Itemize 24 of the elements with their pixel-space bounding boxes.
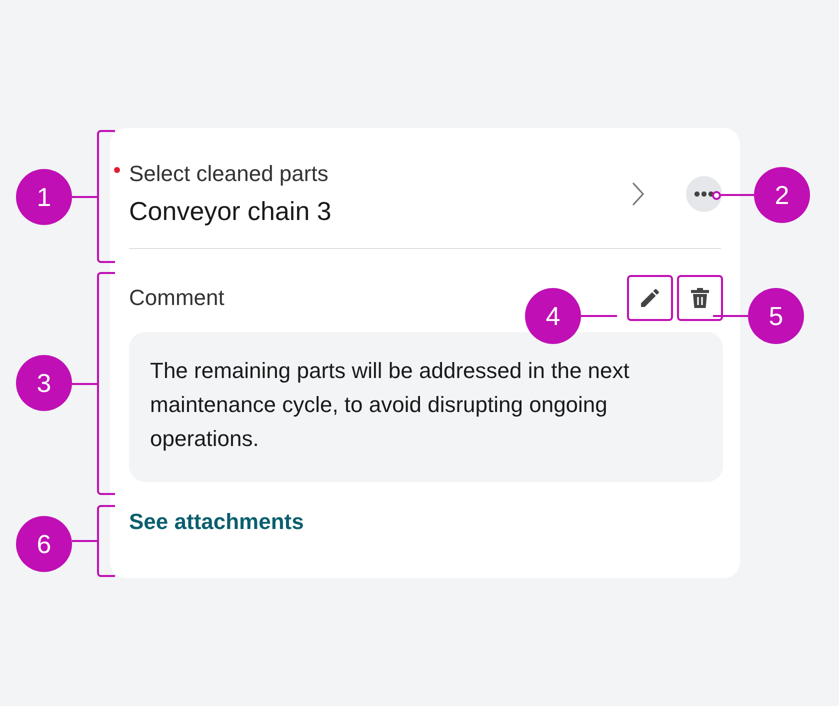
leader-line	[72, 540, 97, 542]
attachments-link[interactable]: See attachments	[129, 508, 304, 536]
edit-button[interactable]	[627, 275, 673, 321]
callout-marker: 2	[754, 167, 810, 223]
pencil-icon	[638, 286, 662, 310]
leader-line	[72, 382, 97, 384]
field-label: Select cleaned parts	[129, 160, 330, 188]
callout-marker: 1	[16, 169, 72, 225]
leader-line	[721, 194, 754, 196]
comment-label: Comment	[129, 284, 224, 312]
delete-button[interactable]	[677, 275, 723, 321]
more-icon	[694, 191, 714, 197]
more-button[interactable]	[686, 176, 722, 212]
leader-line	[581, 315, 617, 317]
leader-line	[72, 196, 97, 198]
leader-line	[713, 315, 748, 317]
callout-marker: 5	[748, 288, 804, 344]
callout-marker: 3	[16, 355, 72, 411]
trash-icon	[689, 286, 711, 310]
field-value: Conveyor chain 3	[129, 195, 332, 228]
bracket-line	[97, 505, 115, 577]
comment-text: The remaining parts will be addressed in the next maintenance cycle, to avoid disrupting ongoing operations.	[150, 357, 630, 453]
chevron-right-icon[interactable]	[632, 182, 644, 206]
callout-marker: 6	[16, 516, 72, 572]
